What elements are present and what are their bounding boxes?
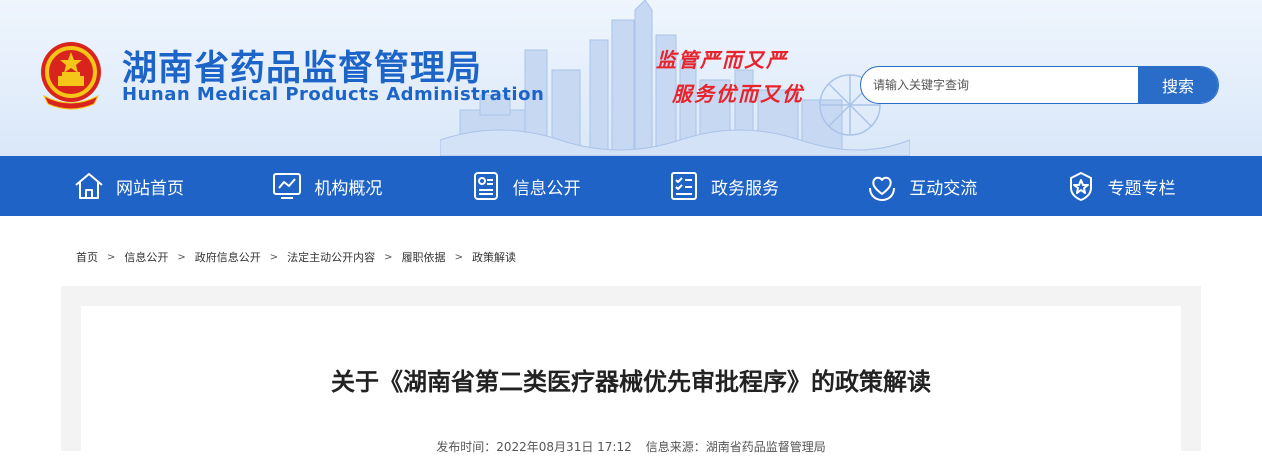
breadcrumb-separator: >: [454, 251, 463, 263]
main-nav: 网站首页 机构概况 信息公开 政务服务 互动交流 专题专栏: [0, 156, 1262, 216]
breadcrumb: 首页 > 信息公开 > 政府信息公开 > 法定主动公开内容 > 履职依据 > 政…: [76, 249, 516, 265]
breadcrumb-separator: >: [269, 251, 279, 263]
nav-item-interaction[interactable]: 互动交流: [865, 156, 1063, 216]
publish-time: 发布时间：2022年08月31日 17:12: [436, 440, 632, 454]
nav-item-label: 网站首页: [116, 178, 184, 199]
article-card: 关于《湖南省第二类医疗器械优先审批程序》的政策解读 发布时间：2022年08月3…: [81, 306, 1181, 456]
nav-item-label: 政务服务: [710, 178, 779, 199]
breadcrumb-separator: >: [384, 251, 393, 263]
search-bar: 搜索: [860, 66, 1219, 104]
breadcrumb-item-statutory[interactable]: 法定主动公开内容: [287, 249, 375, 265]
breadcrumb-item-basis[interactable]: 履职依据: [402, 249, 446, 265]
heart-hands-icon: [865, 169, 899, 203]
nav-item-info[interactable]: 信息公开: [469, 156, 667, 216]
nav-item-about[interactable]: 机构概况: [270, 156, 468, 216]
home-icon: [72, 169, 106, 203]
nav-item-services[interactable]: 政务服务: [667, 156, 865, 216]
breadcrumb-separator: >: [107, 251, 116, 263]
nav-item-label: 机构概况: [314, 178, 383, 199]
slogan-line-2: 服务优而又优: [672, 82, 804, 106]
star-badge-icon: [1064, 169, 1098, 203]
info-source: 信息来源：湖南省药品监督管理局: [645, 440, 826, 454]
nav-item-label: 专题专栏: [1107, 178, 1176, 199]
article-container: 关于《湖南省第二类医疗器械优先审批程序》的政策解读 发布时间：2022年08月3…: [61, 286, 1201, 456]
article-meta: 发布时间：2022年08月31日 17:12 信息来源：湖南省药品监督管理局: [81, 438, 1181, 455]
search-button[interactable]: 搜索: [1138, 67, 1218, 103]
slogan-line-1: 监管严而又严: [656, 48, 788, 72]
breadcrumb-item-home[interactable]: 首页: [76, 249, 98, 265]
site-subtitle: Hunan Medical Products Administration: [122, 84, 545, 105]
nav-item-topics[interactable]: 专题专栏: [1064, 156, 1262, 216]
article-title: 关于《湖南省第二类医疗器械优先审批程序》的政策解读: [331, 368, 931, 396]
nav-item-home[interactable]: 网站首页: [72, 156, 270, 216]
breadcrumb-item-policy[interactable]: 政策解读: [472, 249, 516, 265]
breadcrumb-separator: >: [177, 251, 186, 263]
national-emblem-icon: [41, 42, 101, 110]
breadcrumb-item-info[interactable]: 信息公开: [124, 249, 168, 265]
nav-item-label: 信息公开: [512, 178, 581, 199]
search-input[interactable]: [861, 67, 1138, 103]
nav-item-label: 互动交流: [909, 178, 978, 199]
site-header: 湖南省药品监督管理局 Hunan Medical Products Admini…: [0, 0, 1262, 156]
breadcrumb-item-gov-info[interactable]: 政府信息公开: [195, 249, 261, 265]
monitor-chart-icon: [270, 169, 304, 203]
id-card-icon: [469, 169, 503, 203]
checklist-icon: [667, 169, 701, 203]
